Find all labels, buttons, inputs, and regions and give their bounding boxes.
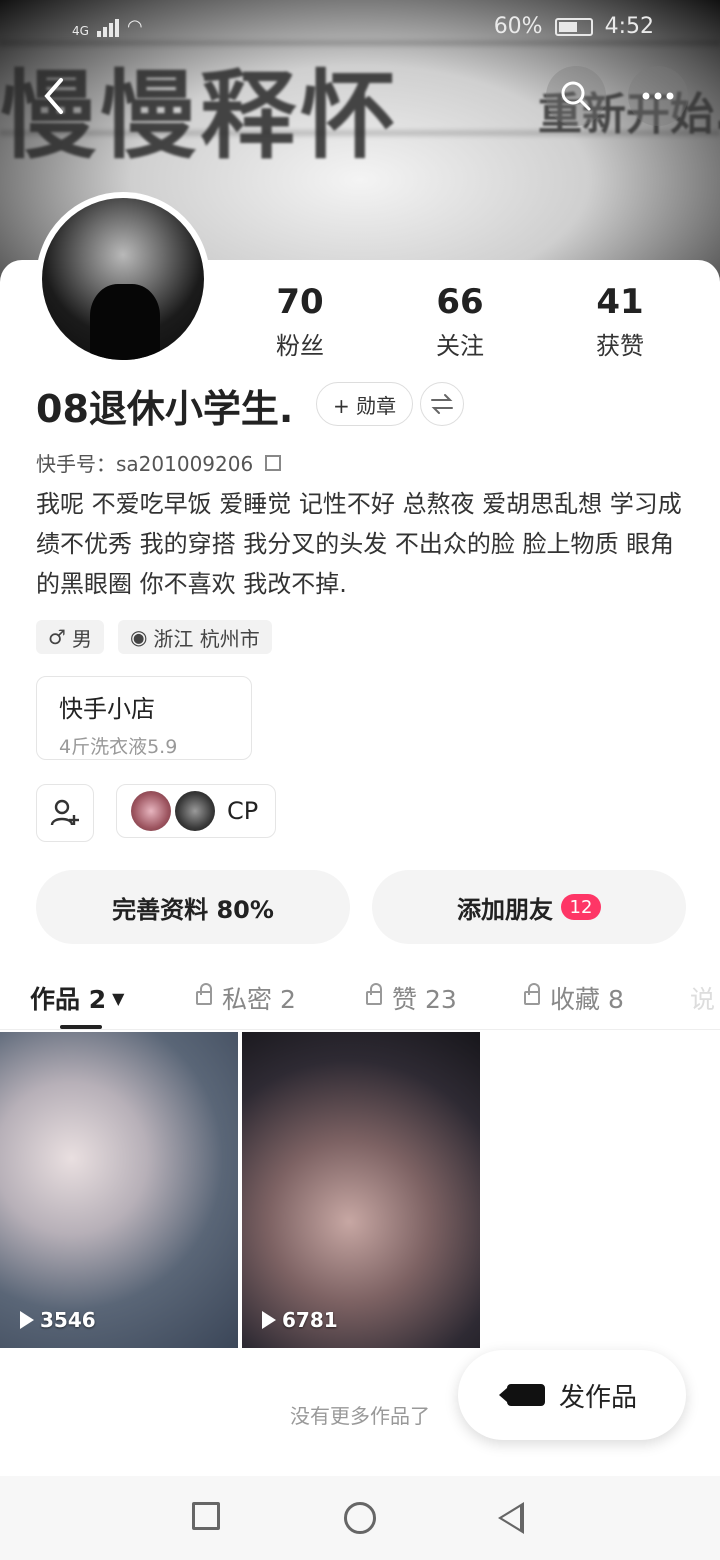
system-back-button[interactable] bbox=[498, 1502, 524, 1534]
tag-text: 男 bbox=[71, 626, 92, 651]
stat-following[interactable]: 66 关注 bbox=[380, 282, 540, 361]
stat-value: 41 bbox=[596, 282, 644, 322]
status-left: 4G ◠ bbox=[72, 16, 143, 37]
cp-avatar bbox=[131, 791, 171, 831]
add-friends-label: 添加朋友 bbox=[457, 895, 553, 924]
add-friends-count-badge: 12 bbox=[561, 894, 601, 920]
more-button[interactable] bbox=[628, 66, 688, 126]
system-nav-bar bbox=[0, 1476, 720, 1560]
stats-row: 70 粉丝 66 关注 41 获赞 bbox=[220, 282, 700, 361]
lock-icon bbox=[366, 983, 382, 1005]
tab-works[interactable]: 作品 2 ▼ bbox=[30, 980, 124, 1016]
avatar-image bbox=[42, 198, 204, 360]
stat-likes[interactable]: 41 获赞 bbox=[540, 282, 700, 361]
add-user-button[interactable] bbox=[36, 784, 94, 842]
kuaishou-id: 快手号：sa201009206 bbox=[36, 452, 254, 476]
caret-down-icon: ▼ bbox=[112, 988, 125, 1008]
tab-label: 赞 23 bbox=[392, 985, 457, 1014]
more-dots-icon bbox=[642, 92, 674, 100]
male-icon: ♂ bbox=[48, 625, 66, 649]
play-count-value: 3546 bbox=[40, 1308, 96, 1332]
status-bar: 4G ◠ 60% 4:52 bbox=[0, 0, 720, 56]
lock-icon bbox=[524, 983, 540, 1005]
stat-value: 66 bbox=[436, 282, 484, 322]
active-tab-indicator bbox=[60, 1025, 102, 1029]
wifi-icon: ◠ bbox=[126, 16, 143, 37]
play-count: 6781 bbox=[262, 1308, 338, 1332]
play-icon bbox=[262, 1311, 276, 1329]
tab-label: 作品 2 bbox=[30, 985, 107, 1014]
play-count: 3546 bbox=[20, 1308, 96, 1332]
tag-row: ♂ 男 ◉ 浙江 杭州市 bbox=[36, 620, 272, 654]
home-button[interactable] bbox=[344, 1502, 376, 1534]
stat-followers[interactable]: 70 粉丝 bbox=[220, 282, 380, 361]
kuaishou-id-row[interactable]: 快手号：sa201009206 bbox=[36, 448, 282, 477]
work-thumbnail[interactable]: 6781 bbox=[242, 1032, 480, 1348]
shop-subtitle: 4斤洗衣液5.9 bbox=[59, 736, 178, 758]
tab-liked[interactable]: 赞 23 bbox=[366, 980, 457, 1016]
add-user-icon bbox=[50, 799, 79, 826]
signal-icon bbox=[96, 17, 119, 37]
play-count-value: 6781 bbox=[282, 1308, 338, 1332]
play-icon bbox=[20, 1311, 34, 1329]
qrcode-icon bbox=[265, 454, 282, 471]
tab-label: 说 bbox=[690, 985, 716, 1014]
shop-card[interactable]: 快手小店 4斤洗衣液5.9 bbox=[36, 676, 252, 760]
tab-private[interactable]: 私密 2 bbox=[196, 980, 296, 1016]
avatar[interactable] bbox=[36, 192, 210, 366]
stat-value: 70 bbox=[276, 282, 324, 322]
clock: 4:52 bbox=[604, 14, 654, 39]
tab-favorites[interactable]: 收藏 8 bbox=[524, 980, 624, 1016]
status-right: 60% 4:52 bbox=[494, 14, 654, 39]
back-arrow-icon bbox=[44, 78, 63, 114]
search-button[interactable] bbox=[546, 66, 606, 126]
battery-percent: 60% bbox=[493, 14, 543, 39]
swap-icon bbox=[431, 394, 453, 414]
back-button[interactable] bbox=[24, 66, 84, 126]
tag-text: 浙江 杭州市 bbox=[153, 626, 260, 651]
badge-button[interactable]: + 勋章 bbox=[316, 382, 414, 426]
location-tag: ◉ 浙江 杭州市 bbox=[117, 620, 272, 654]
shop-title: 快手小店 bbox=[59, 695, 155, 723]
tab-label: 私密 2 bbox=[222, 985, 296, 1014]
cp-label: CP bbox=[227, 797, 259, 825]
content-tabs: 作品 2 ▼ 私密 2 赞 23 收藏 8 说 bbox=[0, 970, 720, 1030]
profile-name: 08退休小学生. bbox=[36, 387, 294, 431]
tab-moments[interactable]: 说 bbox=[690, 980, 715, 1016]
publish-button[interactable]: 发作品 bbox=[458, 1350, 686, 1440]
lock-icon bbox=[196, 983, 212, 1005]
work-thumbnail[interactable]: 3546 bbox=[0, 1032, 238, 1348]
cp-card[interactable]: CP bbox=[116, 784, 276, 838]
search-icon bbox=[561, 81, 591, 111]
battery-icon bbox=[554, 17, 593, 36]
works-grid: 3546 6781 bbox=[0, 1032, 720, 1348]
complete-profile-label: 完善资料 80% bbox=[112, 895, 274, 924]
stat-label: 关注 bbox=[436, 332, 484, 360]
camera-icon bbox=[498, 1384, 545, 1406]
stat-label: 粉丝 bbox=[276, 332, 324, 360]
bio-text: 我呢 不爱吃早饭 爱睡觉 记性不好 总熬夜 爱胡思乱想 学习成绩不优秀 我的穿搭… bbox=[36, 490, 682, 598]
network-label: 4G bbox=[72, 24, 89, 38]
complete-profile-button[interactable]: 完善资料 80% bbox=[36, 870, 350, 944]
no-more-text: 没有更多作品了 bbox=[290, 1404, 430, 1428]
recents-button[interactable] bbox=[192, 1502, 220, 1530]
cp-avatar bbox=[175, 791, 215, 831]
stat-label: 获赞 bbox=[596, 332, 644, 360]
add-friends-button[interactable]: 添加朋友 12 bbox=[372, 870, 686, 944]
switch-account-button[interactable] bbox=[420, 382, 464, 426]
location-icon: ◉ bbox=[129, 625, 148, 649]
tab-label: 收藏 8 bbox=[550, 985, 624, 1014]
publish-label: 发作品 bbox=[558, 1382, 637, 1413]
gender-tag: ♂ 男 bbox=[36, 620, 104, 654]
